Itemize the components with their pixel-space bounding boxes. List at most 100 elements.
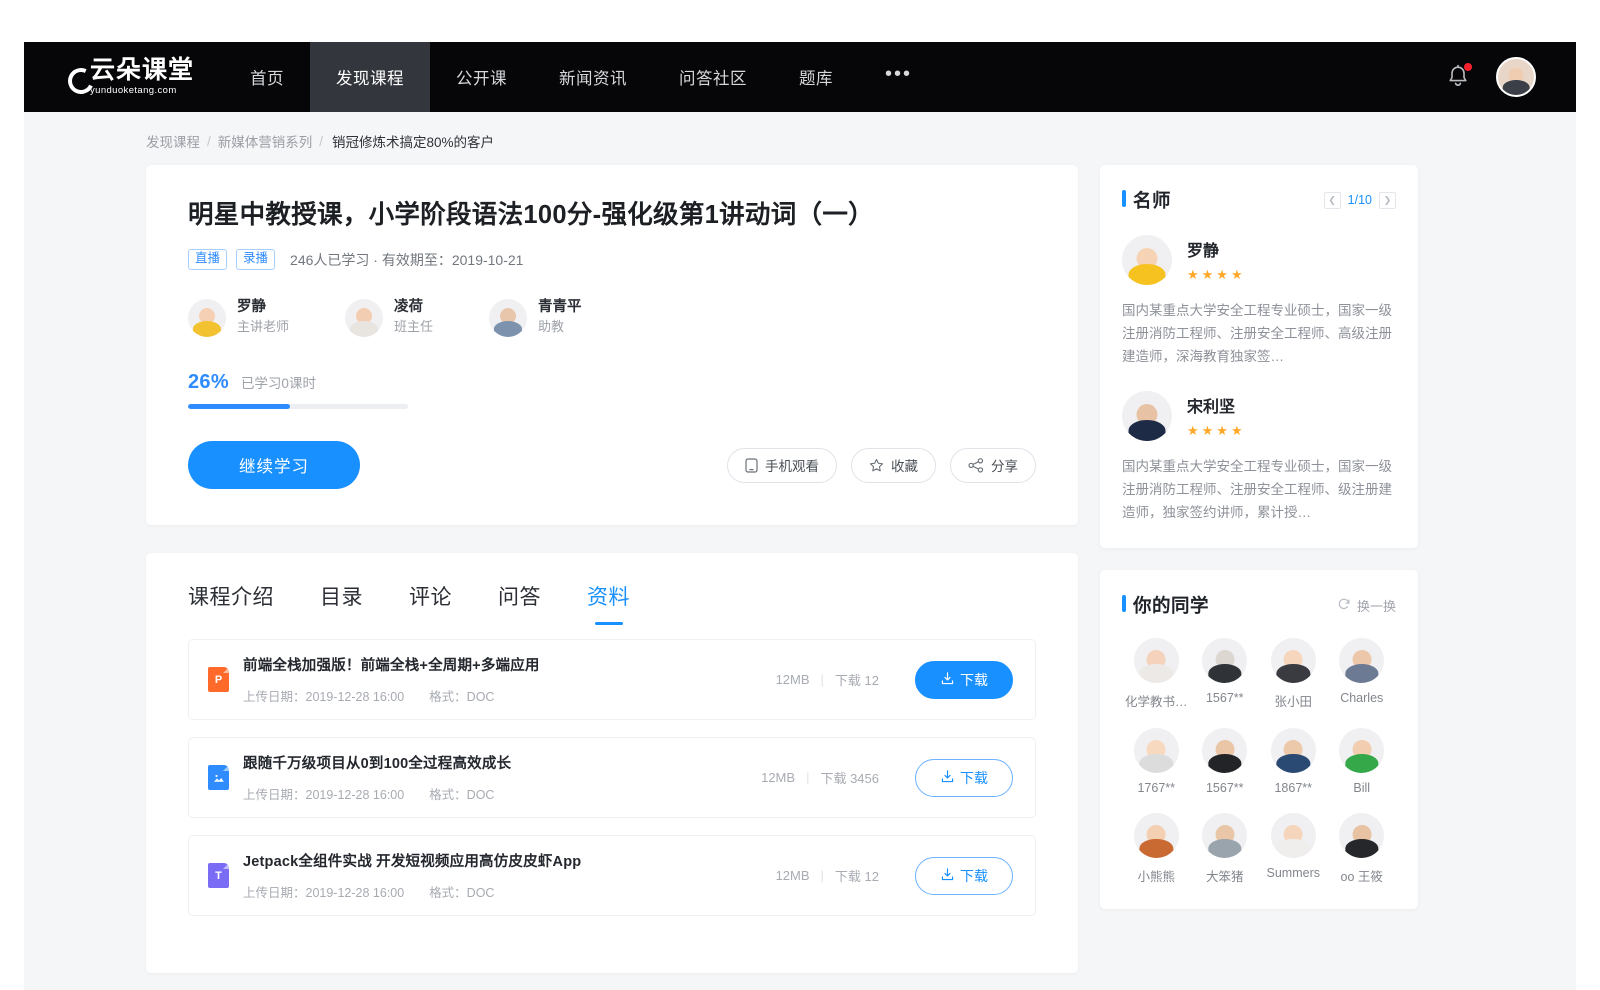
logo-text-cn: 云朵课堂 [90, 58, 194, 83]
tab-comments[interactable]: 评论 [409, 581, 452, 625]
nav-item-qa-community[interactable]: 问答社区 [653, 42, 773, 112]
mobile-watch-button[interactable]: 手机观看 [727, 448, 837, 483]
classmate-name: 大笨猪 [1206, 866, 1244, 885]
tab-qa[interactable]: 问答 [498, 581, 541, 625]
nav-item-question-bank[interactable]: 题库 [773, 42, 859, 112]
classmate-grid: 化学教书… 1567** 张小田 Charles [1122, 638, 1396, 885]
list-item[interactable]: 跟随千万级项目从0到100全过程高效成长 上传日期：2019-12-28 16:… [188, 737, 1036, 818]
list-item[interactable]: 化学教书… [1122, 638, 1191, 710]
file-meta: 上传日期：2019-12-28 16:00 格式：DOC [243, 686, 540, 705]
chevron-right-icon[interactable]: ❯ [1379, 192, 1396, 209]
file-size: 12MB [776, 868, 810, 883]
list-item[interactable]: Charles [1328, 638, 1397, 710]
teacher-item-headteacher[interactable]: 凌荷 班主任 [345, 298, 433, 337]
teacher-pager: ❮ 1/10 ❯ [1324, 192, 1396, 209]
breadcrumb-item-discover[interactable]: 发现课程 [146, 131, 200, 151]
avatar [1122, 235, 1172, 285]
nav-item-open-class[interactable]: 公开课 [430, 42, 533, 112]
file-name: 前端全栈加强版！前端全栈+全周期+多端应用 [243, 654, 540, 675]
progress-bar-fill [188, 404, 290, 409]
teacher-name: 罗静 [237, 298, 289, 318]
breadcrumb-item-current: 销冠修炼术搞定80%的客户 [332, 131, 494, 151]
avatar [1339, 728, 1384, 773]
classmate-name: 小熊熊 [1137, 866, 1175, 885]
notification-badge [1464, 63, 1472, 71]
file-name: Jetpack全组件实战 开发短视频应用高仿皮皮虾App [243, 850, 581, 871]
bell-icon[interactable] [1446, 64, 1470, 90]
tab-catalog[interactable]: 目录 [320, 581, 363, 625]
teacher-name: 宋利坚 [1187, 393, 1246, 417]
avatar [489, 299, 527, 337]
page-title: 明星中教授课，小学阶段语法100分-强化级第1讲动词（一） [188, 199, 1036, 232]
list-item[interactable]: 张小田 [1259, 638, 1328, 710]
avatar [1122, 391, 1172, 441]
file-name: 跟随千万级项目从0到100全过程高效成长 [243, 752, 511, 773]
nav-item-more[interactable]: ••• [859, 42, 938, 112]
app-page: 云朵课堂 yunduoketang.com 首页 发现课程 公开课 新闻资讯 问… [24, 42, 1576, 990]
progress-label: 已学习0课时 [241, 372, 316, 392]
teacher-profile[interactable]: 宋利坚 ★★★★ 国内某重点大学安全工程专业硕士，国家一级注册消防工程师、注册安… [1122, 391, 1396, 525]
list-item[interactable]: 1567** [1191, 638, 1260, 710]
list-item[interactable]: Summers [1259, 813, 1328, 885]
stats-divider: | [821, 672, 824, 687]
share-label: 分享 [991, 455, 1018, 475]
file-stats: 12MB | 下载 12 [776, 670, 879, 689]
download-button[interactable]: 下载 [915, 759, 1013, 797]
teacher-role: 助教 [538, 318, 582, 337]
refresh-label: 换一换 [1357, 596, 1396, 615]
continue-learning-button[interactable]: 继续学习 [188, 441, 360, 489]
classmate-name: 1567** [1206, 691, 1244, 705]
progress-bar [188, 404, 408, 409]
file-download-count: 下载 12 [835, 670, 879, 689]
classmate-name: Summers [1267, 866, 1320, 880]
avatar [1339, 813, 1384, 858]
favorite-button[interactable]: 收藏 [851, 448, 936, 483]
teacher-item-assistant[interactable]: 青青平 助教 [489, 298, 582, 337]
main-column: 明星中教授课，小学阶段语法100分-强化级第1讲动词（一） 直播 录播 246人… [146, 165, 1078, 973]
nav-item-home[interactable]: 首页 [224, 42, 310, 112]
list-item[interactable]: 小熊熊 [1122, 813, 1191, 885]
share-button[interactable]: 分享 [950, 448, 1036, 483]
file-upload-date: 上传日期：2019-12-28 16:00 [243, 690, 404, 704]
progress-block: 26% 已学习0课时 [188, 371, 1036, 409]
classmate-name: 1867** [1274, 781, 1312, 795]
download-button[interactable]: 下载 [915, 661, 1013, 699]
refresh-classmates-button[interactable]: 换一换 [1337, 596, 1396, 615]
list-item[interactable]: P 前端全栈加强版！前端全栈+全周期+多端应用 上传日期：2019-12-28 … [188, 639, 1036, 720]
avatar [1134, 728, 1179, 773]
rating-stars: ★★★★ [1187, 423, 1246, 439]
list-item[interactable]: 1567** [1191, 728, 1260, 795]
teacher-description: 国内某重点大学安全工程专业硕士，国家一级注册消防工程师、注册安全工程师、级注册建… [1122, 455, 1396, 525]
nav-item-news[interactable]: 新闻资讯 [533, 42, 653, 112]
download-label: 下载 [960, 670, 988, 690]
teacher-name: 罗静 [1187, 237, 1246, 261]
file-meta: 上传日期：2019-12-28 16:00 格式：DOC [243, 882, 581, 901]
top-navigation-bar: 云朵课堂 yunduoketang.com 首页 发现课程 公开课 新闻资讯 问… [24, 42, 1576, 112]
avatar [1271, 638, 1316, 683]
list-item[interactable]: 大笨猪 [1191, 813, 1260, 885]
classmate-name: 1567** [1206, 781, 1244, 795]
teacher-item-main[interactable]: 罗静 主讲老师 [188, 298, 289, 337]
teacher-profile[interactable]: 罗静 ★★★★ 国内某重点大学安全工程专业硕士，国家一级注册消防工程师、注册安全… [1122, 235, 1396, 369]
list-item[interactable]: oo 王筱 [1328, 813, 1397, 885]
badge-live: 直播 [188, 249, 227, 270]
tab-bar: 课程介绍 目录 评论 问答 资料 [146, 553, 1078, 625]
classmate-name: oo 王筱 [1341, 866, 1383, 885]
list-item[interactable]: T Jetpack全组件实战 开发短视频应用高仿皮皮虾App 上传日期：2019… [188, 835, 1036, 916]
breadcrumb-item-series[interactable]: 新媒体营销系列 [218, 131, 313, 151]
list-item[interactable]: Bill [1328, 728, 1397, 795]
file-stats: 12MB | 下载 12 [776, 866, 879, 885]
site-logo[interactable]: 云朵课堂 yunduoketang.com [24, 42, 224, 112]
nav-item-discover-courses[interactable]: 发现课程 [310, 42, 430, 112]
stats-divider: | [821, 868, 824, 883]
list-item[interactable]: 1767** [1122, 728, 1191, 795]
tab-materials[interactable]: 资料 [587, 581, 630, 625]
chevron-left-icon[interactable]: ❮ [1324, 192, 1341, 209]
avatar[interactable] [1496, 57, 1536, 97]
classmates-panel: 你的同学 换一换 化学教书… [1100, 570, 1418, 909]
nav-right-actions [1446, 42, 1576, 112]
course-header-card: 明星中教授课，小学阶段语法100分-强化级第1讲动词（一） 直播 录播 246人… [146, 165, 1078, 525]
list-item[interactable]: 1867** [1259, 728, 1328, 795]
download-button[interactable]: 下载 [915, 857, 1013, 895]
tab-introduction[interactable]: 课程介绍 [188, 581, 274, 625]
